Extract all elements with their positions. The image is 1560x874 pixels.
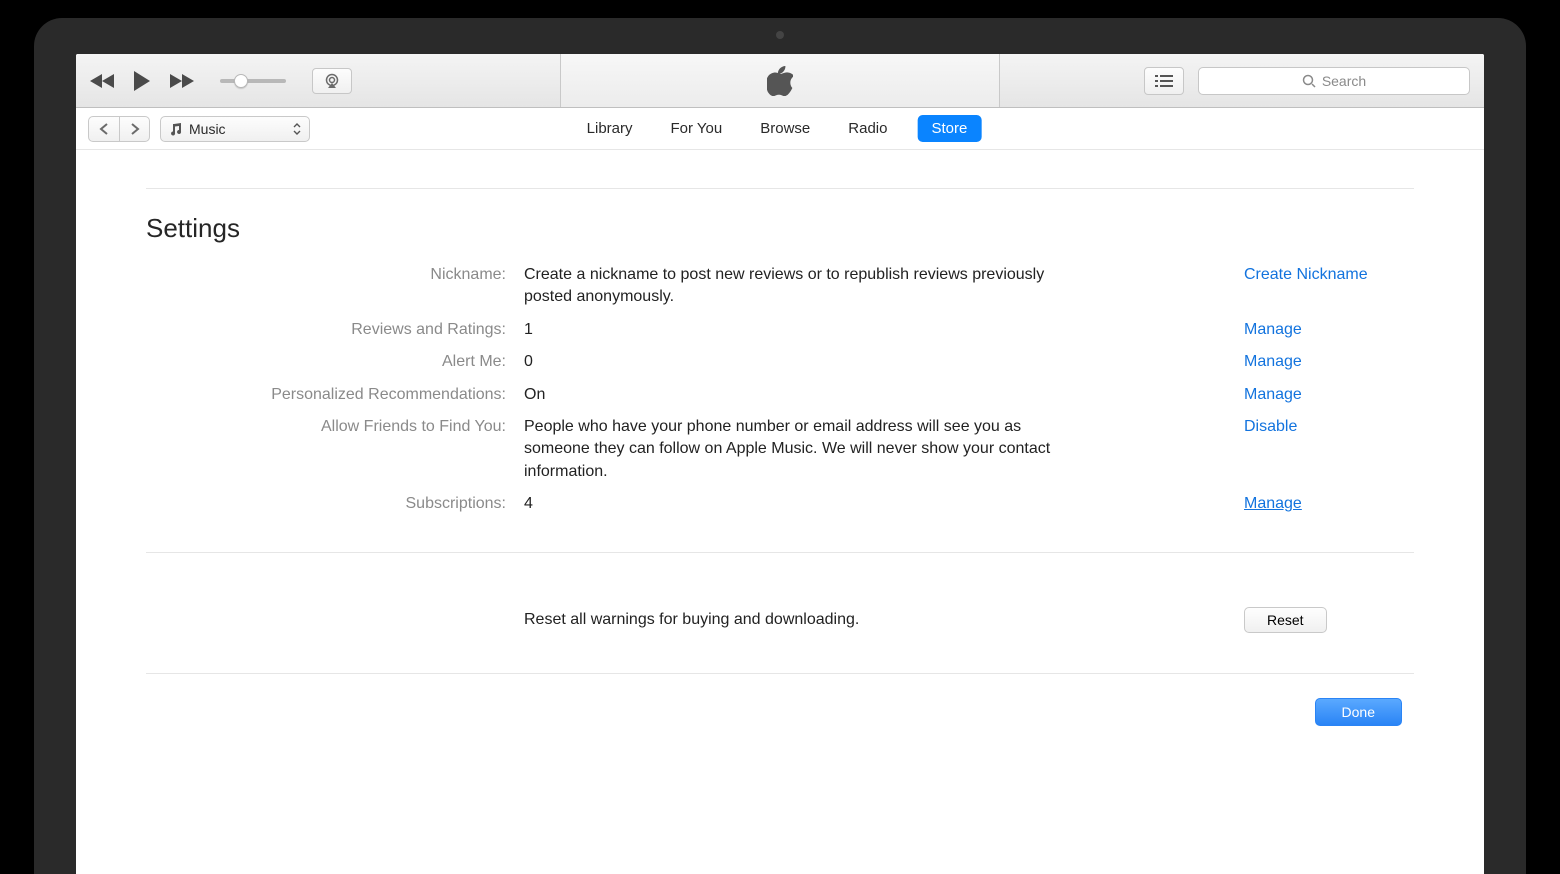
camera-dot <box>776 31 784 39</box>
row-value: 0 <box>524 351 1064 373</box>
media-type-label: Music <box>189 121 226 137</box>
manage-reviews-link[interactable]: Manage <box>1244 319 1414 341</box>
divider <box>146 673 1414 674</box>
music-note-icon <box>169 122 183 136</box>
now-playing-display <box>560 54 1000 107</box>
row-label: Alert Me: <box>146 351 506 373</box>
secondary-toolbar: Music Library For You Browse Radio Store <box>76 108 1484 150</box>
playback-controls <box>90 68 352 94</box>
chevron-left-icon <box>99 123 109 135</box>
settings-row-reviews: Reviews and Ratings: 1 Manage <box>146 319 1414 341</box>
airplay-button[interactable] <box>312 68 352 94</box>
done-button[interactable]: Done <box>1315 698 1402 726</box>
list-icon <box>1155 74 1173 88</box>
fast-forward-button[interactable] <box>168 72 194 90</box>
settings-row-recommendations: Personalized Recommendations: On Manage <box>146 384 1414 406</box>
tab-for-you[interactable]: For You <box>663 116 731 141</box>
laptop-frame: Search Music <box>34 18 1526 874</box>
volume-slider[interactable] <box>220 79 286 83</box>
settings-heading: Settings <box>146 213 1414 244</box>
row-value: 4 <box>524 493 1064 515</box>
row-value: On <box>524 384 1064 406</box>
reset-button[interactable]: Reset <box>1244 607 1327 633</box>
manage-subscriptions-link[interactable]: Manage <box>1244 493 1414 515</box>
settings-row-nickname: Nickname: Create a nickname to post new … <box>146 264 1414 309</box>
settings-row-friends: Allow Friends to Find You: People who ha… <box>146 416 1414 483</box>
footer-row: Done <box>146 698 1414 726</box>
airplay-icon <box>323 73 341 89</box>
chevron-right-icon <box>130 123 140 135</box>
nav-button-group <box>88 116 150 142</box>
row-value: 1 <box>524 319 1064 341</box>
disable-friends-link[interactable]: Disable <box>1244 416 1414 438</box>
search-icon <box>1302 74 1316 88</box>
row-label: Reviews and Ratings: <box>146 319 506 341</box>
volume-knob[interactable] <box>234 74 248 88</box>
toolbar-right-group: Search <box>1144 67 1470 95</box>
search-input[interactable]: Search <box>1198 67 1470 95</box>
settings-row-alert-me: Alert Me: 0 Manage <box>146 351 1414 373</box>
fast-forward-icon <box>168 72 194 90</box>
divider <box>146 552 1414 553</box>
updown-icon <box>293 123 301 135</box>
row-label: Personalized Recommendations: <box>146 384 506 406</box>
top-toolbar: Search <box>76 54 1484 108</box>
content-area: Settings Nickname: Create a nickname to … <box>76 150 1484 766</box>
back-button[interactable] <box>89 117 119 141</box>
tab-browse[interactable]: Browse <box>752 116 818 141</box>
media-type-selector[interactable]: Music <box>160 116 310 142</box>
tab-navigation: Library For You Browse Radio Store <box>579 115 982 142</box>
manage-recommendations-link[interactable]: Manage <box>1244 384 1414 406</box>
play-button[interactable] <box>132 70 152 92</box>
tab-radio[interactable]: Radio <box>840 116 895 141</box>
settings-row-subscriptions: Subscriptions: 4 Manage <box>146 493 1414 515</box>
reset-warnings-text: Reset all warnings for buying and downlo… <box>524 611 1064 629</box>
row-value: Create a nickname to post new reviews or… <box>524 264 1064 309</box>
rewind-icon <box>90 72 116 90</box>
manage-alerts-link[interactable]: Manage <box>1244 351 1414 373</box>
row-label: Nickname: <box>146 264 506 286</box>
reset-warnings-row: Reset all warnings for buying and downlo… <box>146 607 1414 633</box>
search-placeholder: Search <box>1322 73 1366 89</box>
row-label: Allow Friends to Find You: <box>146 416 506 438</box>
divider <box>146 188 1414 189</box>
play-icon <box>132 70 152 92</box>
row-value: People who have your phone number or ema… <box>524 416 1064 483</box>
tab-store[interactable]: Store <box>917 115 981 142</box>
row-label: Subscriptions: <box>146 493 506 515</box>
tab-library[interactable]: Library <box>579 116 641 141</box>
rewind-button[interactable] <box>90 72 116 90</box>
up-next-button[interactable] <box>1144 67 1184 95</box>
apple-logo-icon <box>767 66 793 96</box>
app-window: Search Music <box>76 54 1484 874</box>
create-nickname-link[interactable]: Create Nickname <box>1244 264 1414 286</box>
forward-button[interactable] <box>119 117 149 141</box>
